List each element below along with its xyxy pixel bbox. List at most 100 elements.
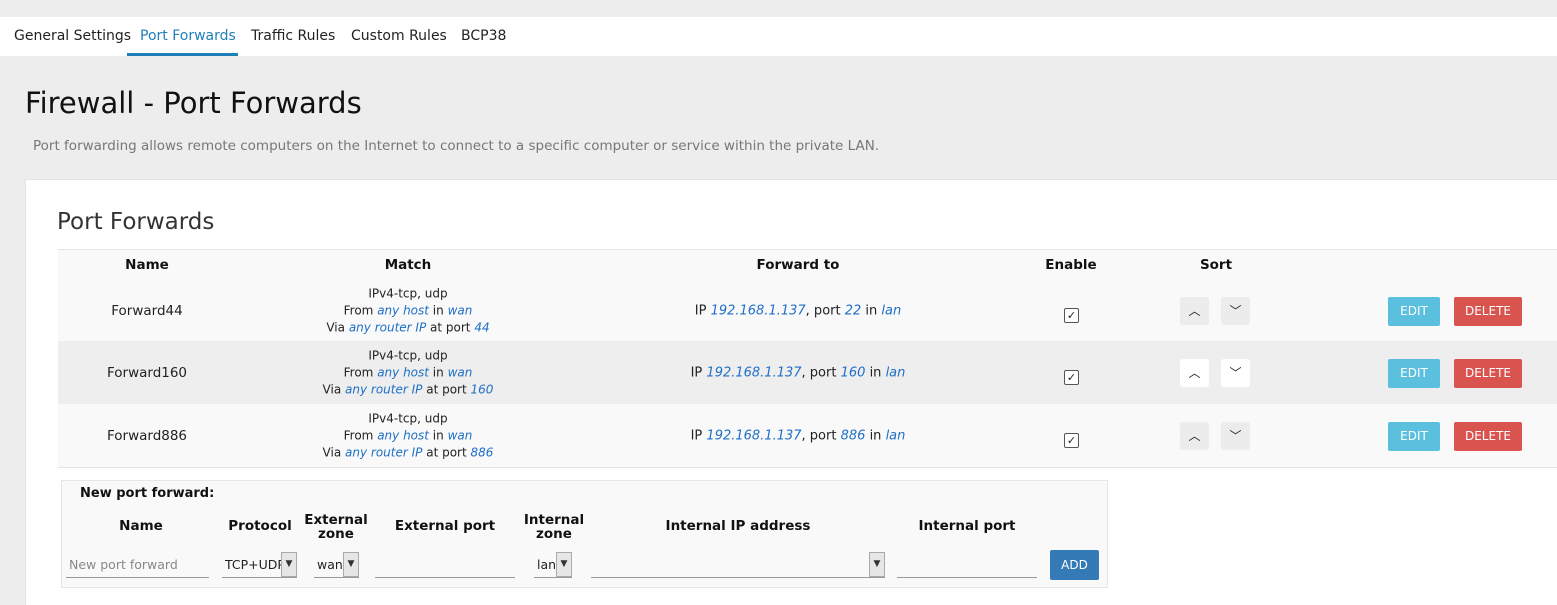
via-host-link[interactable]: any router IP: [349, 321, 426, 335]
table-row: Forward160 IPv4-tcp, udp From any host i…: [58, 341, 1557, 404]
via-host-link[interactable]: any router IP: [345, 382, 422, 396]
rule-forward-to: IP 192.168.1.137, port 886 in lan: [598, 428, 998, 443]
tab-bar: General Settings Port Forwards Traffic R…: [0, 17, 1557, 56]
port-word: , port: [801, 428, 837, 443]
external-zone-value: wan: [317, 557, 343, 572]
chevron-up-icon[interactable]: ︿: [1180, 421, 1209, 450]
internal-port-link[interactable]: 22: [845, 304, 862, 319]
column-header-forward-to: Forward to: [756, 257, 840, 273]
external-port-link[interactable]: 886: [471, 445, 494, 459]
edit-button[interactable]: EDIT: [1388, 297, 1440, 326]
column-header-name: Name: [125, 257, 169, 273]
new-header-external-port: External port: [394, 518, 496, 534]
column-header-match: Match: [384, 257, 432, 273]
chevron-up-icon[interactable]: ︿: [1180, 297, 1209, 325]
new-port-forward-title: New port forward:: [80, 486, 215, 501]
top-strip: [0, 0, 1557, 17]
ip-word: IP: [694, 303, 707, 319]
rule-forward-to: IP 192.168.1.137, port 160 in lan: [598, 365, 998, 380]
tab-port-forwards[interactable]: Port Forwards: [140, 17, 236, 56]
enable-checkbox[interactable]: ✓: [1064, 432, 1079, 448]
delete-button[interactable]: DELETE: [1454, 421, 1522, 451]
external-port-input[interactable]: [375, 551, 515, 578]
chevron-up-icon[interactable]: ︿: [1180, 358, 1209, 387]
forward-ip-link[interactable]: 192.168.1.137: [706, 365, 801, 380]
port-forwards-table: Name Match Forward to Enable Sort Forwar…: [58, 249, 1557, 468]
rule-match: IPv4-tcp, udp From any host in wan Via a…: [308, 410, 508, 461]
protocol-value: TCP+UDP: [225, 557, 285, 572]
via-prefix: Via: [322, 445, 342, 459]
tab-bcp38[interactable]: BCP38: [461, 17, 506, 56]
at-port-word: at port: [430, 320, 471, 335]
from-prefix: From: [343, 428, 374, 442]
chevron-down-icon[interactable]: ﹀: [1221, 358, 1250, 387]
forward-zone-link[interactable]: lan: [886, 428, 906, 443]
from-host-link[interactable]: any host: [377, 304, 429, 318]
rule-name: Forward886: [106, 427, 188, 444]
chevron-down-icon[interactable]: ﹀: [1221, 421, 1250, 450]
rule-match: IPv4-tcp, udp From any host in wan Via a…: [308, 286, 508, 337]
external-zone-select[interactable]: wan ▼: [314, 551, 359, 578]
forward-zone-link[interactable]: lan: [886, 365, 906, 380]
internal-zone-select[interactable]: lan ▼: [534, 551, 572, 578]
new-name-input[interactable]: [66, 551, 209, 578]
from-zone-link[interactable]: wan: [448, 304, 473, 318]
new-port-forward-form: New port forward: Name Protocol External…: [61, 480, 1108, 588]
header-line: zone: [318, 526, 354, 542]
port-word: , port: [805, 303, 841, 319]
column-header-enable: Enable: [1045, 257, 1097, 273]
external-port-link[interactable]: 44: [474, 321, 489, 335]
tab-general-settings[interactable]: General Settings: [14, 17, 131, 56]
rule-match: IPv4-tcp, udp From any host in wan Via a…: [308, 347, 508, 398]
active-tab-indicator: [127, 53, 238, 56]
new-header-name: Name: [119, 518, 163, 534]
from-host-link[interactable]: any host: [377, 365, 429, 379]
edit-button[interactable]: EDIT: [1388, 421, 1440, 451]
in-word: in: [869, 365, 882, 380]
header-line: zone: [536, 526, 572, 542]
match-protocol: IPv4-tcp, udp: [368, 348, 448, 362]
delete-button[interactable]: DELETE: [1454, 297, 1522, 326]
table-row: Forward886 IPv4-tcp, udp From any host i…: [58, 404, 1557, 468]
protocol-select[interactable]: TCP+UDP ▼: [222, 551, 297, 578]
external-port-link[interactable]: 160: [471, 382, 494, 396]
section-title: Port Forwards: [57, 209, 215, 235]
chevron-down-icon: ▼: [556, 552, 572, 577]
new-header-external-zone: External zone: [303, 513, 369, 541]
via-prefix: Via: [322, 382, 342, 396]
enable-checkbox[interactable]: ✓: [1064, 369, 1079, 385]
internal-port-input[interactable]: [897, 551, 1037, 578]
at-port-word: at port: [426, 382, 467, 396]
page-description: Port forwarding allows remote computers …: [33, 138, 880, 154]
tab-traffic-rules[interactable]: Traffic Rules: [251, 17, 335, 56]
header-line: Internal: [523, 512, 585, 528]
add-button[interactable]: ADD: [1050, 550, 1099, 580]
forward-ip-link[interactable]: 192.168.1.137: [711, 304, 806, 319]
tab-custom-rules[interactable]: Custom Rules: [351, 17, 447, 56]
internal-port-link[interactable]: 160: [841, 365, 866, 380]
forward-ip-link[interactable]: 192.168.1.137: [706, 428, 801, 443]
in-word: in: [432, 303, 444, 318]
at-port-word: at port: [426, 445, 467, 459]
table-header-row: Name Match Forward to Enable Sort: [58, 250, 1557, 281]
in-word: in: [432, 365, 444, 379]
internal-ip-select[interactable]: ▼: [591, 551, 885, 578]
header-line: External: [304, 512, 368, 528]
ip-word: IP: [690, 365, 703, 380]
forward-zone-link[interactable]: lan: [881, 304, 901, 319]
rule-name: Forward44: [111, 303, 183, 319]
from-zone-link[interactable]: wan: [448, 428, 473, 442]
from-zone-link[interactable]: wan: [448, 365, 473, 379]
match-from: From any host in wan: [308, 364, 508, 381]
edit-button[interactable]: EDIT: [1388, 358, 1440, 388]
from-host-link[interactable]: any host: [377, 428, 429, 442]
via-prefix: Via: [326, 320, 345, 335]
column-header-sort: Sort: [1199, 257, 1233, 273]
new-header-protocol: Protocol: [228, 518, 292, 534]
enable-checkbox[interactable]: ✓: [1064, 308, 1079, 323]
internal-port-link[interactable]: 886: [841, 428, 866, 443]
delete-button[interactable]: DELETE: [1454, 358, 1522, 388]
chevron-down-icon[interactable]: ﹀: [1221, 297, 1250, 325]
match-via: Via any router IP at port 160: [308, 381, 508, 398]
via-host-link[interactable]: any router IP: [345, 445, 422, 459]
